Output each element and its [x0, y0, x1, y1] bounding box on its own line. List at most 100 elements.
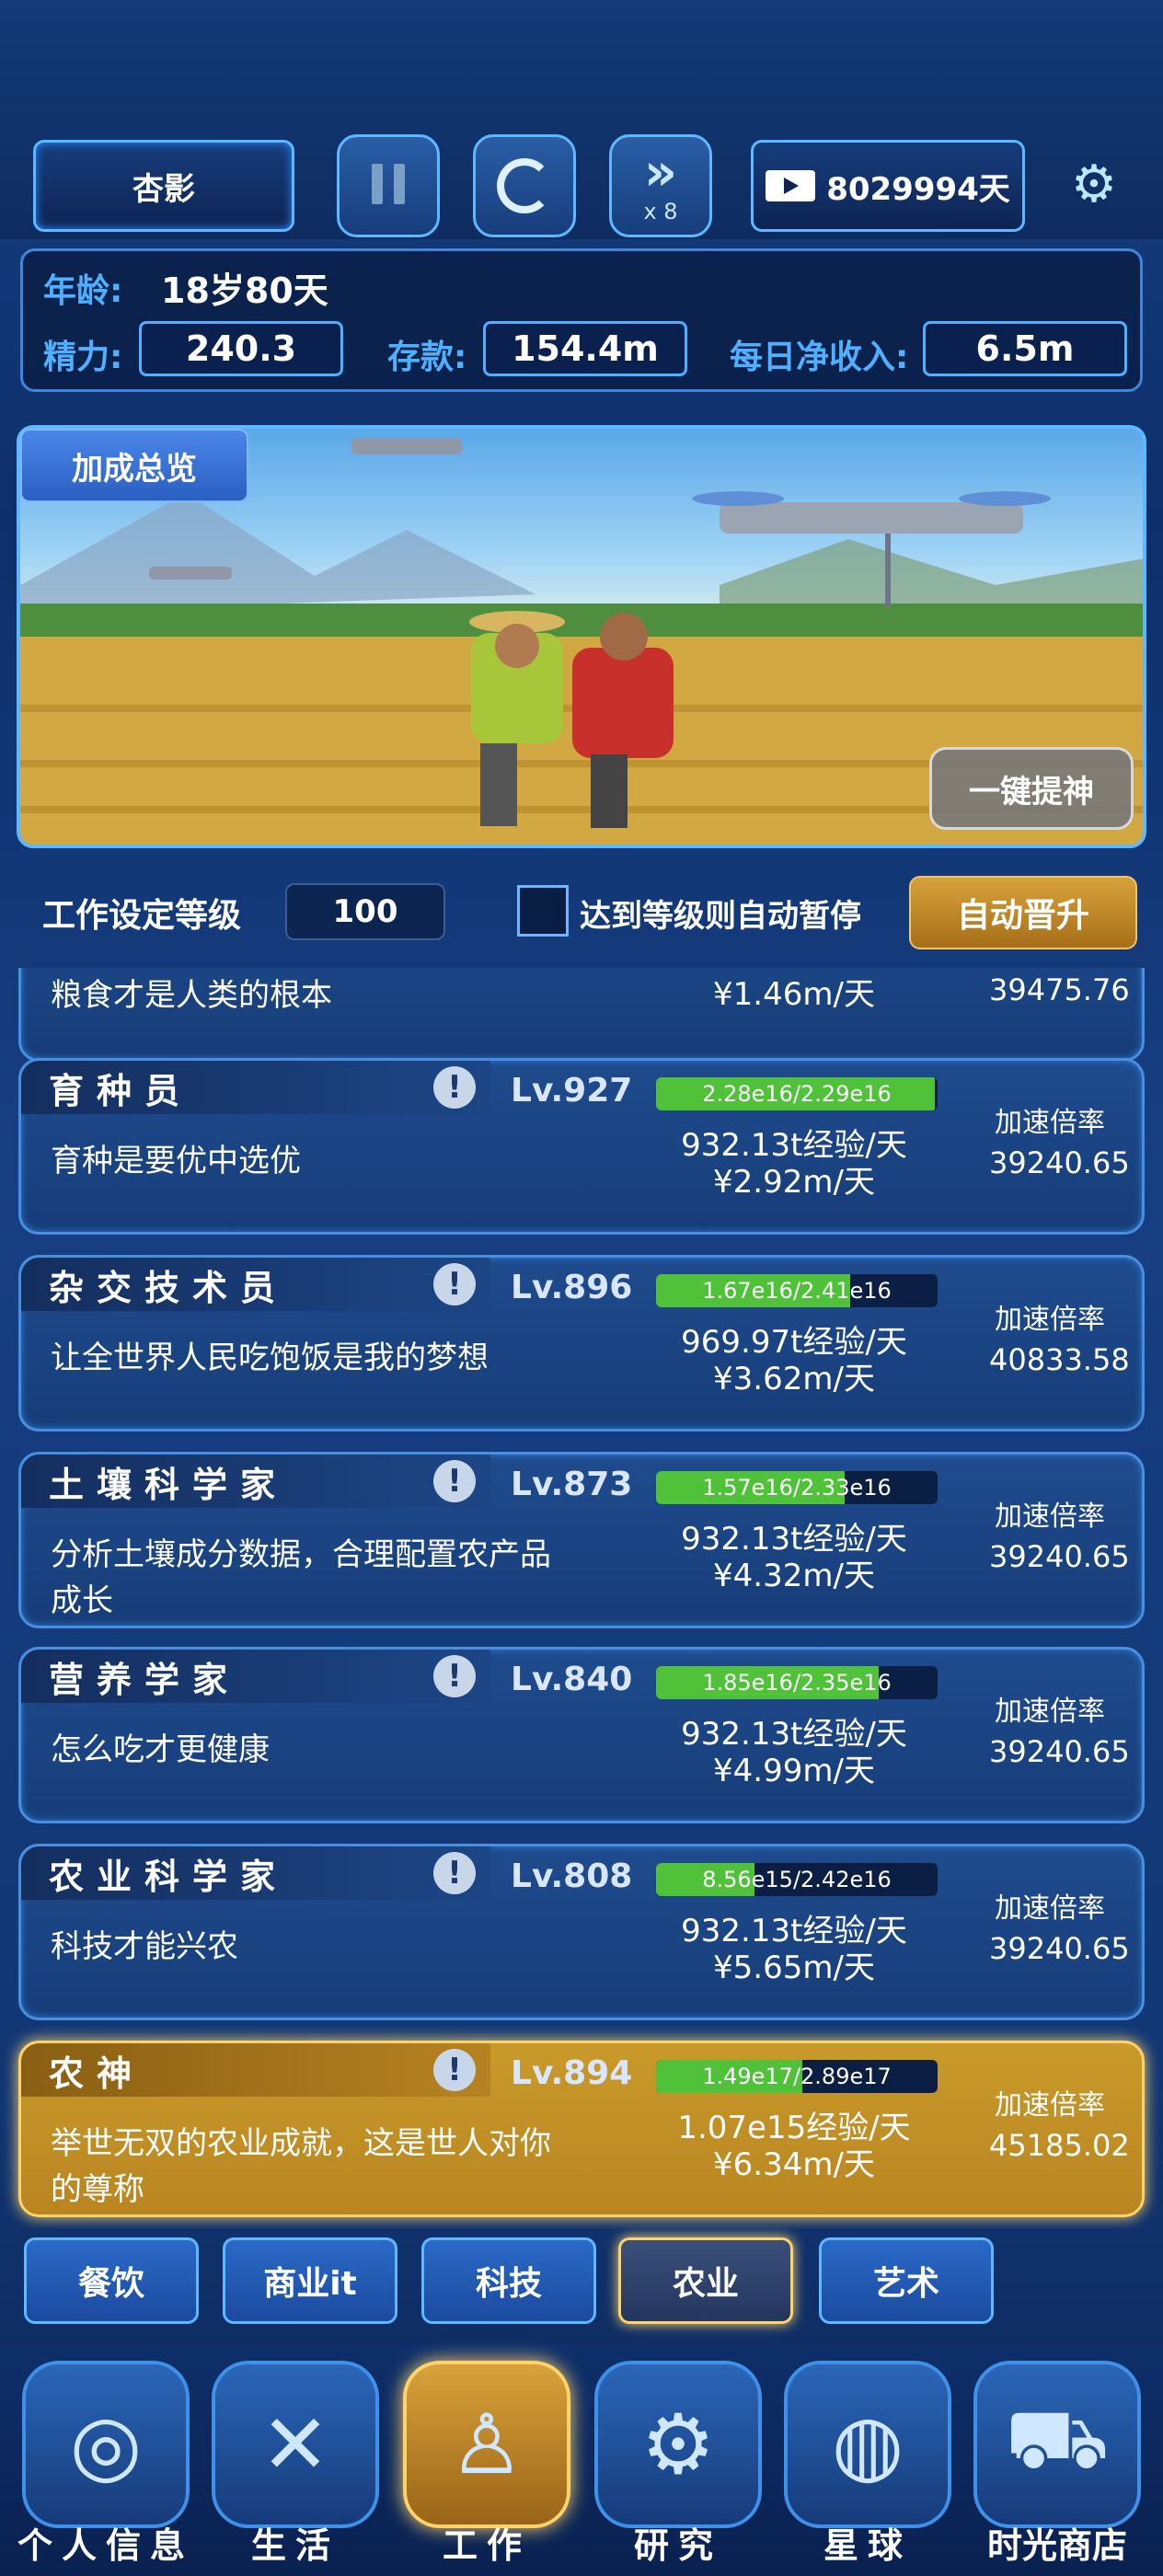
- boost-button[interactable]: 一键提神: [929, 747, 1134, 830]
- job-title: 农业科学家: [21, 1846, 490, 1900]
- job-progress-bar: 1.85e16/2.35e16: [656, 1666, 938, 1699]
- progress-text: 2.28e16/2.29e16: [702, 1081, 892, 1107]
- job-exp-money: 932.13t经验/天 ¥2.92m/天: [619, 1127, 969, 1201]
- job-exp: 1.07e15经验/天: [677, 2110, 911, 2146]
- job-exp-money: 969.97t经验/天 ¥3.62m/天: [619, 1324, 969, 1397]
- job-list[interactable]: 粮食才是人类的根本 ¥1.46m/天 39475.76 育种员! Lv.927 2.…: [0, 968, 1163, 2228]
- job-level: Lv.873: [511, 1466, 633, 1503]
- nav-life[interactable]: ✕ 生活: [206, 2361, 385, 2572]
- auto-pause-checkbox[interactable]: [517, 885, 569, 937]
- job-money: ¥4.99m/天: [713, 1753, 875, 1789]
- pause-button[interactable]: [337, 134, 440, 237]
- work-level-input[interactable]: 100: [285, 883, 445, 940]
- progress-text: 1.85e16/2.35e16: [702, 1670, 892, 1696]
- gear-icon[interactable]: ⚙: [1067, 158, 1121, 212]
- rate-label: 加速倍率: [995, 1304, 1105, 1336]
- job-card-partial[interactable]: 粮食才是人类的根本 ¥1.46m/天 39475.76: [18, 968, 1145, 1062]
- job-exp: 932.13t经验/天: [681, 1716, 907, 1753]
- cycle-button[interactable]: [473, 134, 576, 237]
- bonus-overview-button[interactable]: 加成总览: [20, 429, 248, 502]
- speed-button[interactable]: » x 8: [609, 134, 712, 237]
- rate-value: 39240.65: [989, 1931, 1130, 1966]
- rate-value: 39240.65: [989, 1734, 1130, 1769]
- energy-label: 精力:: [43, 339, 123, 376]
- auto-pause-label: 达到等级则自动暂停: [580, 898, 861, 935]
- info-icon[interactable]: !: [433, 1066, 476, 1109]
- nav-personal-info[interactable]: ◎ 个人信息: [17, 2361, 195, 2572]
- rate-label: 加速倍率: [995, 1501, 1105, 1533]
- category-tab-agriculture[interactable]: 农业: [618, 2237, 793, 2324]
- savings-label: 存款:: [387, 339, 467, 376]
- job-exp-money: 932.13t经验/天 ¥5.65m/天: [619, 1913, 969, 1986]
- progress-text: 8.56e15/2.42e16: [702, 1867, 892, 1892]
- nav-research[interactable]: ⚙ 研究: [589, 2361, 767, 2572]
- job-progress-bar: 1.57e16/2.33e16: [656, 1471, 938, 1504]
- category-tab-art[interactable]: 艺术: [819, 2237, 994, 2324]
- energy-box: 240.3: [139, 321, 343, 376]
- job-desc: 怎么吃才更健康: [51, 1731, 270, 1768]
- age-value: 18岁80天: [161, 270, 328, 311]
- job-progress-bar: 1.49e17/2.89e17: [656, 2060, 938, 2093]
- cycle-icon: [497, 158, 552, 213]
- rate-label: 加速倍率: [995, 2089, 1105, 2122]
- job-money: ¥6.34m/天: [713, 2146, 875, 2183]
- days-display[interactable]: 8029994天: [751, 140, 1025, 232]
- job-card[interactable]: 营养学家! Lv.840 1.85e16/2.35e16 怎么吃才更健康 932.13t…: [18, 1647, 1145, 1823]
- job-exp-money: 932.13t经验/天 ¥4.32m/天: [619, 1521, 969, 1594]
- job-desc: 举世无双的农业成就，这是世人对你的尊称: [51, 2125, 551, 2208]
- income-box: 6.5m: [923, 321, 1127, 376]
- video-icon: [766, 170, 816, 201]
- globe-icon: ◍: [784, 2361, 951, 2528]
- job-desc: 粮食才是人类的根本: [51, 977, 332, 1014]
- job-exp: 932.13t经验/天: [681, 1127, 907, 1164]
- info-icon[interactable]: !: [433, 1460, 476, 1502]
- income-value: 6.5m: [975, 328, 1075, 369]
- info-icon[interactable]: !: [433, 1852, 476, 1894]
- job-title: 杂交技术员: [21, 1258, 490, 1311]
- job-card[interactable]: 农业科学家! Lv.808 8.56e15/2.42e16 科技才能兴农 932.13t…: [18, 1844, 1145, 2020]
- job-desc: 分析土壤成分数据，合理配置农产品成长: [51, 1536, 551, 1619]
- nav-planet[interactable]: ◍ 星球: [778, 2361, 957, 2572]
- rate-label: 加速倍率: [995, 1696, 1105, 1728]
- info-icon[interactable]: !: [433, 1655, 476, 1697]
- job-level: Lv.896: [511, 1269, 633, 1306]
- job-title: 育种员: [21, 1061, 490, 1114]
- days-value: 8029994天: [826, 170, 1010, 208]
- job-card[interactable]: 土壤科学家! Lv.873 1.57e16/2.33e16 分析土壤成分数据，合理配置…: [18, 1452, 1145, 1628]
- job-progress-bar: 8.56e15/2.42e16: [656, 1863, 938, 1896]
- job-exp-money: 1.07e15经验/天 ¥6.34m/天: [619, 2110, 969, 2183]
- job-card[interactable]: 育种员! Lv.927 2.28e16/2.29e16 育种是要优中选优 932.13t…: [18, 1058, 1145, 1235]
- rate-label: 加速倍率: [995, 1107, 1105, 1139]
- player-name[interactable]: 杏影: [33, 140, 294, 232]
- category-tab-tech[interactable]: 科技: [421, 2237, 596, 2324]
- job-exp: 932.13t经验/天: [681, 1913, 907, 1949]
- job-money: ¥1.46m/天: [713, 976, 875, 1013]
- pause-icon: [366, 164, 410, 208]
- job-exp: 969.97t经验/天: [681, 1324, 907, 1361]
- rate-value: 40833.58: [989, 1342, 1130, 1377]
- nav-work[interactable]: ♙ 工作: [397, 2361, 576, 2572]
- job-card[interactable]: 杂交技术员! Lv.896 1.67e16/2.41e16 让全世界人民吃饱饭是我的梦…: [18, 1255, 1145, 1432]
- job-money: ¥4.32m/天: [713, 1558, 875, 1594]
- category-tab-business[interactable]: 商业it: [223, 2237, 397, 2324]
- info-icon[interactable]: !: [433, 1263, 476, 1305]
- job-level: Lv.840: [511, 1661, 633, 1698]
- nav-time-shop[interactable]: ⛟ 时光商店: [968, 2361, 1146, 2572]
- job-level: Lv.927: [511, 1072, 633, 1110]
- job-title: 土壤科学家: [21, 1455, 490, 1508]
- job-money: ¥5.65m/天: [713, 1949, 875, 1986]
- shop-cart-icon: ⛟: [973, 2361, 1141, 2528]
- job-card[interactable]: 农神! Lv.894 1.49e17/2.89e17 举世无双的农业成就，这是世人对你…: [18, 2041, 1145, 2217]
- stats-panel: 年龄: 18岁80天 精力: 240.3 存款: 154.4m 每日净收入: 6…: [20, 248, 1143, 392]
- progress-text: 1.57e16/2.33e16: [702, 1475, 892, 1501]
- job-desc: 育种是要优中选优: [51, 1143, 301, 1179]
- auto-promote-button[interactable]: 自动晋升: [909, 876, 1137, 949]
- progress-text: 1.67e16/2.41e16: [702, 1278, 892, 1304]
- fork-knife-icon: ✕: [212, 2361, 379, 2528]
- job-title: 农神: [21, 2043, 490, 2097]
- info-icon[interactable]: !: [433, 2049, 476, 2091]
- category-tab-catering[interactable]: 餐饮: [24, 2237, 199, 2324]
- job-level: Lv.808: [511, 1857, 633, 1895]
- job-exp: 932.13t经验/天: [681, 1521, 907, 1558]
- income-label: 每日净收入:: [730, 339, 909, 376]
